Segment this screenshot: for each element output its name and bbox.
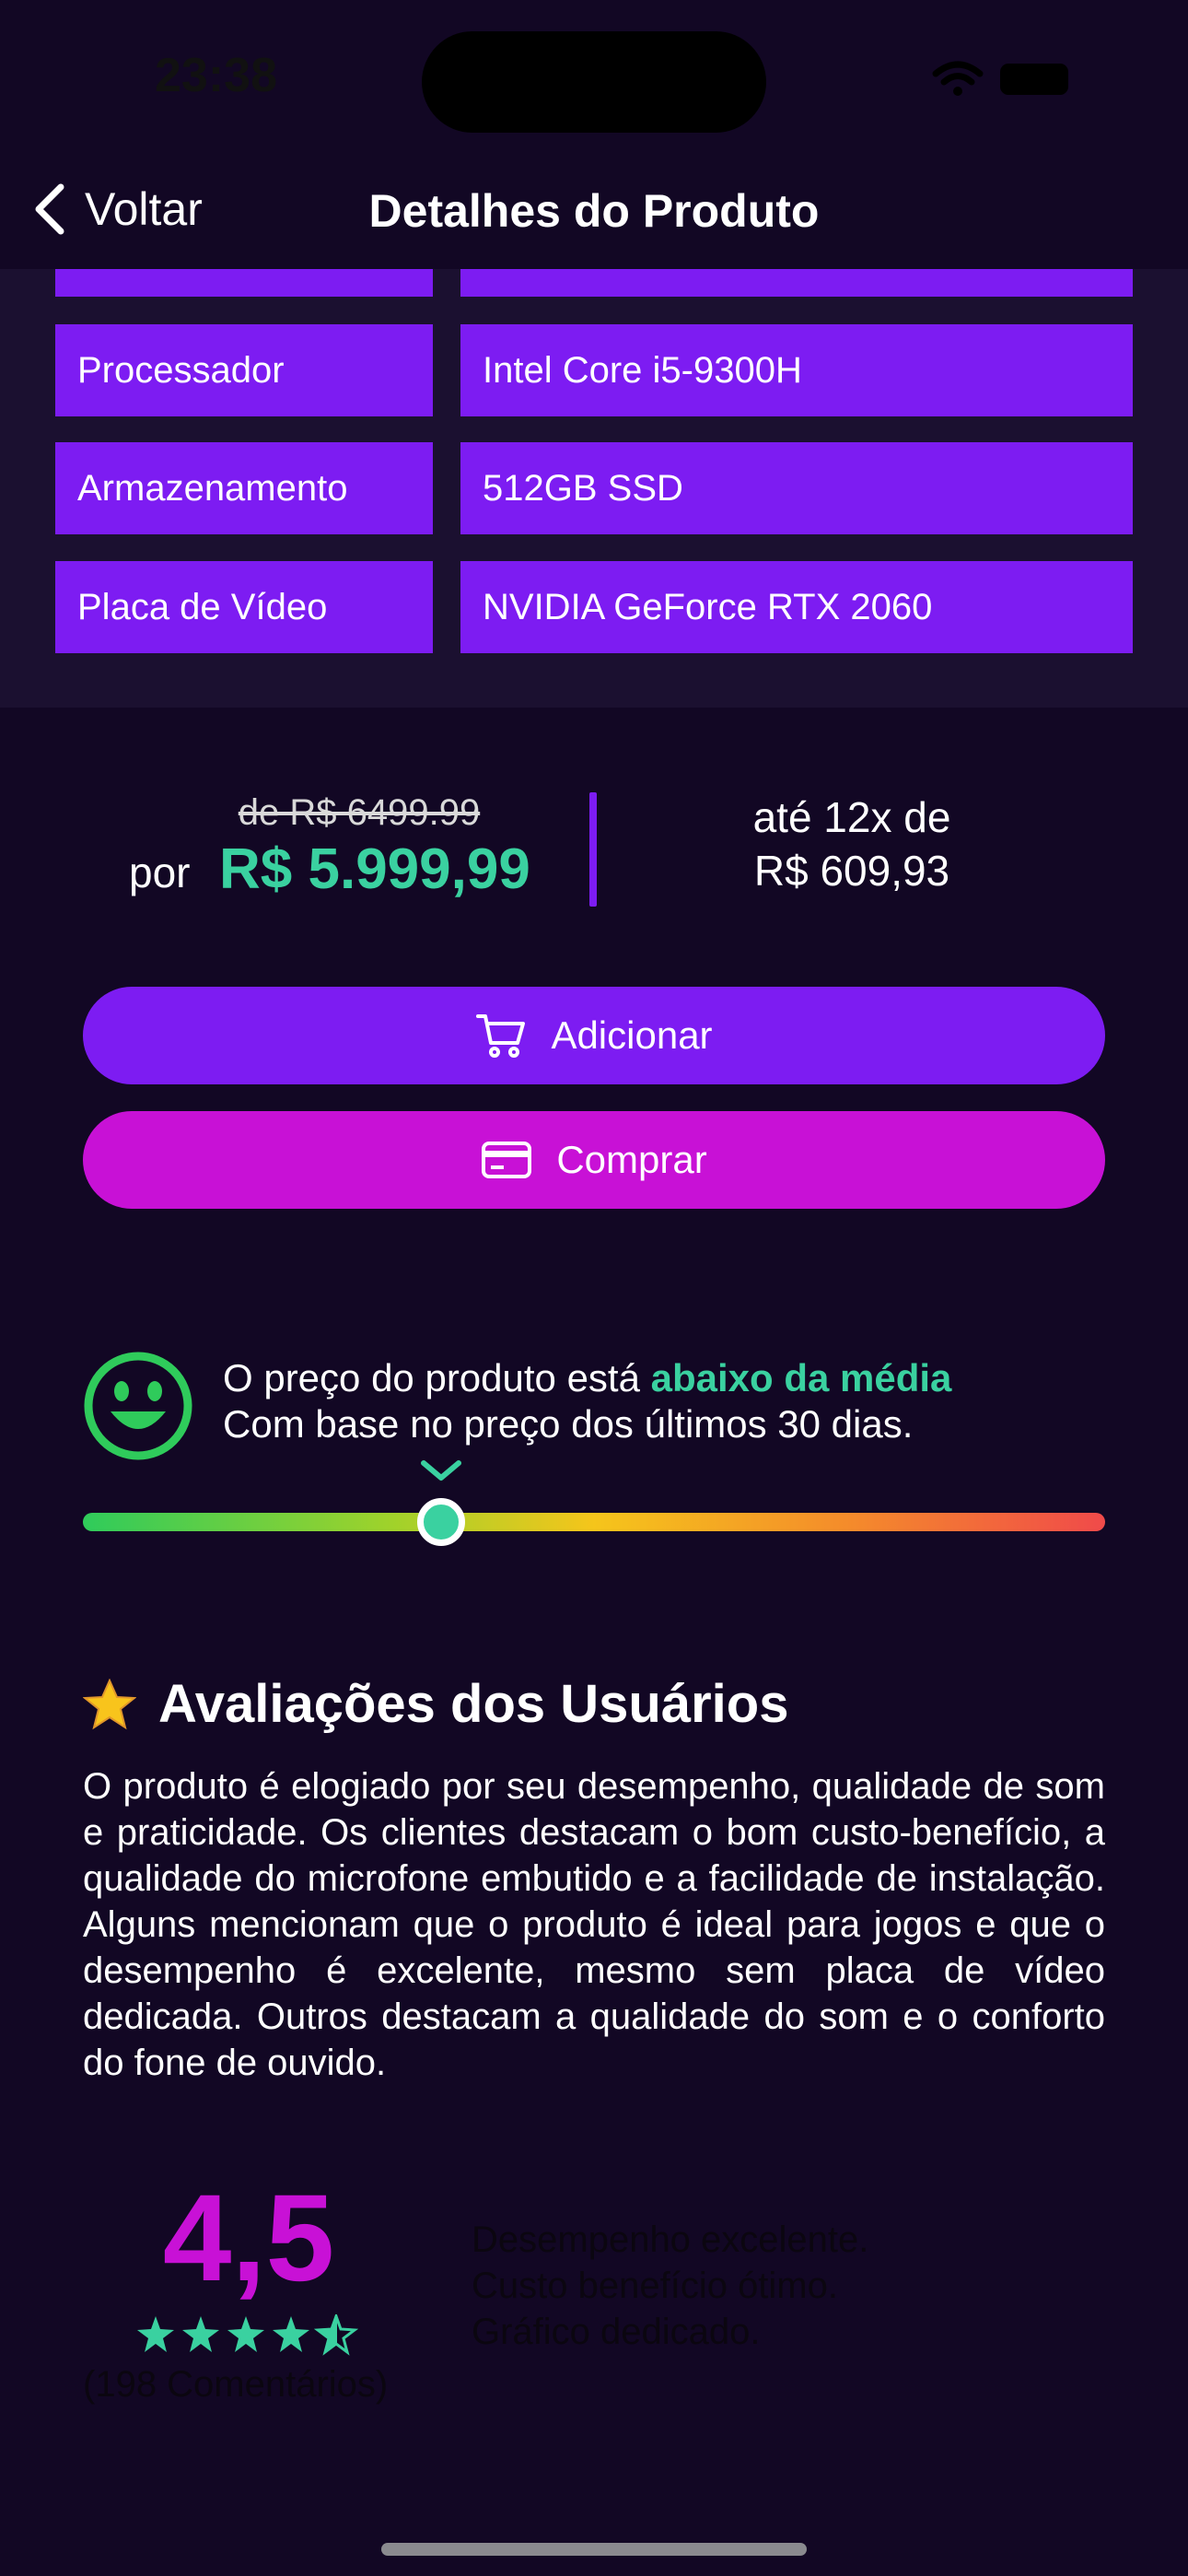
- price-insight-line1: O preço do produto está abaixo da média: [223, 1356, 951, 1400]
- rating-count: (198 Comentários): [83, 2364, 389, 2405]
- smiley-icon: [84, 1352, 192, 1460]
- por-label: por: [129, 849, 191, 896]
- current-price: R$ 5.999,99: [219, 837, 530, 901]
- price-range-bar: [83, 1513, 1105, 1531]
- wifi-icon: [932, 61, 984, 96]
- spec-label: Placa de Vídeo: [55, 561, 433, 653]
- spec-value: NVIDIA GeForce RTX 2060: [460, 561, 1133, 653]
- star-emoji-icon: [83, 1678, 136, 1729]
- buy-label: Comprar: [556, 1138, 707, 1181]
- rating-value: 4,5: [162, 2170, 335, 2307]
- price-divider: [589, 792, 597, 907]
- review-highlights: Desempenho excelente. Custo benefício ót…: [472, 2217, 868, 2355]
- star-icon: [182, 2316, 219, 2352]
- navigation-bar: Voltar Detalhes do Produto: [0, 157, 1188, 269]
- cart-icon: [476, 1014, 526, 1058]
- reviews-heading: Avaliações dos Usuários: [83, 1673, 788, 1735]
- status-icons: [932, 61, 1068, 98]
- reviews-title: Avaliações dos Usuários: [158, 1674, 789, 1734]
- chevron-down-icon: [420, 1460, 461, 1481]
- highlight-item: Custo benefício ótimo.: [472, 2266, 838, 2306]
- spec-value: [460, 269, 1133, 297]
- status-time: 23:38: [155, 49, 277, 102]
- installments-line1: até 12x de: [752, 793, 951, 841]
- credit-card-icon: [482, 1142, 532, 1178]
- battery-icon: [1000, 64, 1068, 95]
- star-icon: [227, 2316, 264, 2352]
- spec-value: Intel Core i5-9300H: [460, 324, 1133, 416]
- price-insight-highlight: abaixo da média: [650, 1356, 952, 1399]
- star-icon: [137, 2316, 174, 2352]
- spec-label: [55, 269, 433, 297]
- dynamic-island: [422, 31, 766, 133]
- spec-label: Processador: [55, 324, 433, 416]
- highlight-item: Gráfico dedicado.: [472, 2312, 761, 2352]
- add-to-cart-button[interactable]: Adicionar: [83, 987, 1105, 1084]
- star-icon: [273, 2316, 309, 2352]
- price-position-marker: [416, 1498, 465, 1546]
- installments-line2: R$ 609,93: [753, 847, 950, 895]
- reviews-summary: O produto é elogiado por seu desempenho,…: [83, 1766, 1105, 2083]
- price-insight-prefix: O preço do produto está: [223, 1356, 651, 1399]
- add-label: Adicionar: [551, 1013, 713, 1057]
- home-indicator: [381, 2543, 807, 2556]
- price-section: de R$ 6499.99 por R$ 5.999,99 até 12x de…: [0, 765, 1188, 931]
- rating-stars: [137, 2314, 359, 2356]
- page-title: Detalhes do Produto: [368, 185, 820, 237]
- price-insight-line2: Com base no preço dos últimos 30 dias.: [223, 1402, 914, 1446]
- buy-button[interactable]: Comprar: [83, 1111, 1105, 1209]
- status-bar: 23:38: [0, 0, 1188, 157]
- spec-table: Processador Intel Core i5-9300H Armazena…: [0, 269, 1188, 708]
- installments: até 12x de R$ 609,93: [700, 790, 1004, 897]
- spec-value: 512GB SSD: [460, 442, 1133, 534]
- spec-label: Armazenamento: [55, 442, 433, 534]
- old-price: de R$ 6499.99: [238, 792, 481, 833]
- highlight-item: Desempenho excelente.: [472, 2219, 869, 2260]
